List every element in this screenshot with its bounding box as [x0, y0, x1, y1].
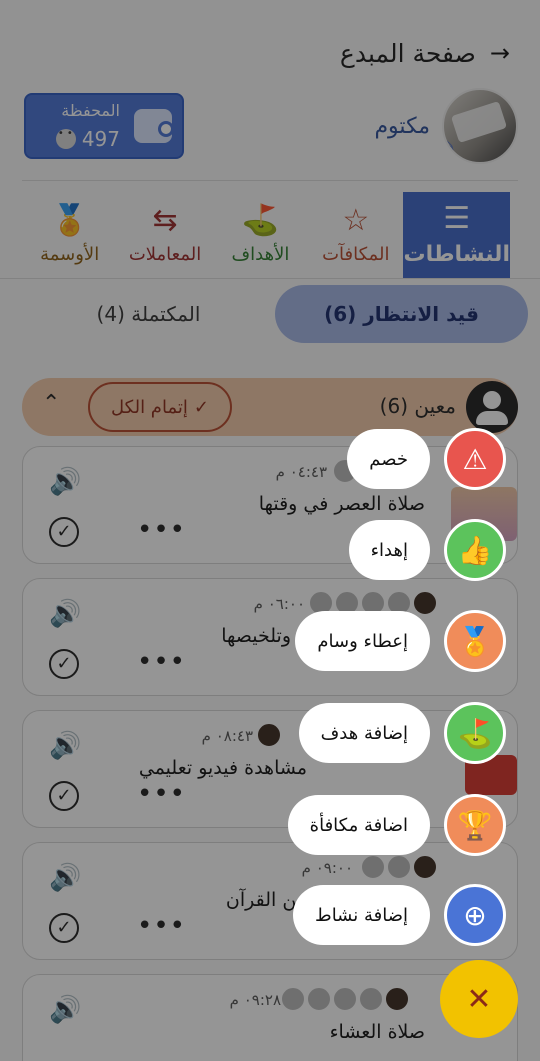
fab-add-activity[interactable]: ⊕ إضافة نشاط: [293, 884, 506, 946]
close-icon: ✕: [466, 981, 492, 1017]
fab-label[interactable]: إضافة هدف: [298, 703, 430, 763]
fab-add-reward[interactable]: 🏆 اضافة مكافأة: [287, 794, 506, 856]
fab-add-goal[interactable]: ⛳ إضافة هدف: [298, 702, 506, 764]
fab-label[interactable]: إعطاء وسام: [295, 611, 430, 671]
golf-flag-icon[interactable]: ⛳: [444, 702, 506, 764]
trophy-icon[interactable]: 🏆: [444, 794, 506, 856]
fab-label[interactable]: خصم: [347, 429, 430, 489]
warning-icon[interactable]: ⚠: [444, 428, 506, 490]
fab-label[interactable]: إهداء: [348, 520, 430, 580]
fab-gift[interactable]: 👍 إهداء: [348, 519, 506, 581]
plus-circle-icon[interactable]: ⊕: [444, 884, 506, 946]
fab-give-medal[interactable]: 🏅 إعطاء وسام: [295, 610, 506, 672]
medal-icon[interactable]: 🏅: [444, 610, 506, 672]
fab-label[interactable]: اضافة مكافأة: [287, 795, 430, 855]
fab-label[interactable]: إضافة نشاط: [293, 885, 430, 945]
close-fab-button[interactable]: ✕: [440, 960, 518, 1038]
thumbs-up-icon[interactable]: 👍: [444, 519, 506, 581]
fab-discount[interactable]: ⚠ خصم: [347, 428, 506, 490]
